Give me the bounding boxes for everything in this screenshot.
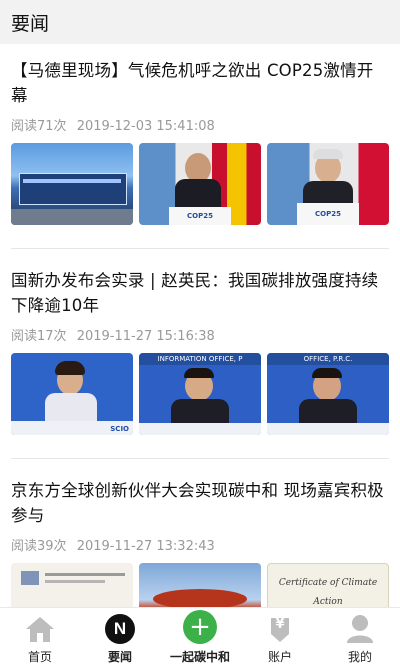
thumbnail-expo[interactable] [139,563,261,607]
article-meta: 阅读17次 2019-11-27 15:16:38 [11,325,389,344]
article-meta: 阅读71次 2019-12-03 15:41:08 [11,115,389,134]
bottom-tab-bar: 首页 N 要闻 + 一起碳中和 ¥ 账户 我的 [0,607,400,667]
home-icon [25,614,55,644]
publish-time: 2019-11-27 15:16:38 [76,329,215,344]
tab-label: 我的 [347,650,372,664]
thumbnail-caption: Certificate of Climate Action [278,578,378,607]
thumbnail-caption: COP25 [187,212,213,220]
thumbnail-caption: INFORMATION OFFICE, P [157,355,243,363]
article-thumbnails[interactable]: COP25 COP25 [11,143,389,225]
app-header: 要闻 [0,0,400,44]
view-count: 阅读17次 [11,329,67,344]
view-count: 阅读71次 [11,119,67,134]
plus-icon: + [183,610,217,644]
user-icon [346,614,374,644]
tab-label: 要闻 [107,650,132,664]
article-title[interactable]: 国新办发布会实录 | 赵英民：我国碳排放强度持续下降逾10年 [11,268,389,318]
thumbnail-caption: SCIO [110,425,129,433]
view-count: 阅读39次 [11,539,67,554]
tab-profile[interactable]: 我的 [320,608,400,667]
thumbnail-speaker-man[interactable]: COP25 [267,143,389,225]
publish-time: 2019-11-27 13:32:43 [76,539,215,554]
thumbnail-press-man-center[interactable]: INFORMATION OFFICE, P [139,353,261,435]
article-thumbnails[interactable]: Certificate of Climate Action [11,563,389,607]
article-thumbnails[interactable]: SCIO INFORMATION OFFICE, P OFFICE, P.R.C… [11,353,389,435]
news-feed[interactable]: 【马德里现场】气候危机呼之欲出 COP25激情开幕 阅读71次 2019-12-… [0,44,400,607]
article-item[interactable]: 京东方全球创新伙伴大会实现碳中和 现场嘉宾积极参与 阅读39次 2019-11-… [11,478,389,607]
tab-account[interactable]: ¥ 账户 [240,608,320,667]
yen-icon: ¥ [266,614,294,644]
article-title[interactable]: 【马德里现场】气候危机呼之欲出 COP25激情开幕 [11,58,389,108]
thumbnail-speaker-woman[interactable]: COP25 [139,143,261,225]
publish-time: 2019-12-03 15:41:08 [76,119,215,134]
news-n-icon: N [105,614,135,644]
divider [11,248,389,249]
yen-glyph: ¥ [275,617,285,632]
plus-glyph: + [189,612,211,642]
thumbnail-press-man-right[interactable]: OFFICE, P.R.C. [267,353,389,435]
tab-label: 首页 [27,650,52,664]
article-meta: 阅读39次 2019-11-27 13:32:43 [11,535,389,554]
tab-news[interactable]: N 要闻 [80,608,160,667]
article-item[interactable]: 国新办发布会实录 | 赵英民：我国碳排放强度持续下降逾10年 阅读17次 201… [11,268,389,435]
thumbnail-caption: COP25 [315,210,341,218]
thumbnail-certificate[interactable]: Certificate of Climate Action [267,563,389,607]
article-title[interactable]: 京东方全球创新伙伴大会实现碳中和 现场嘉宾积极参与 [11,478,389,528]
article-item[interactable]: 【马德里现场】气候危机呼之欲出 COP25激情开幕 阅读71次 2019-12-… [11,58,389,225]
thumbnail-venue[interactable] [11,143,133,225]
tab-label: 账户 [267,650,292,664]
thumbnail-press-woman[interactable]: SCIO [11,353,133,435]
tab-carbon-neutral[interactable]: + 一起碳中和 [160,608,240,667]
thumbnail-caption: OFFICE, P.R.C. [303,355,353,363]
news-n-glyph: N [113,619,127,638]
thumbnail-document[interactable] [11,563,133,607]
tab-home[interactable]: 首页 [0,608,80,667]
divider [11,458,389,459]
page-title: 要闻 [11,12,50,35]
tab-label: 一起碳中和 [169,650,230,664]
